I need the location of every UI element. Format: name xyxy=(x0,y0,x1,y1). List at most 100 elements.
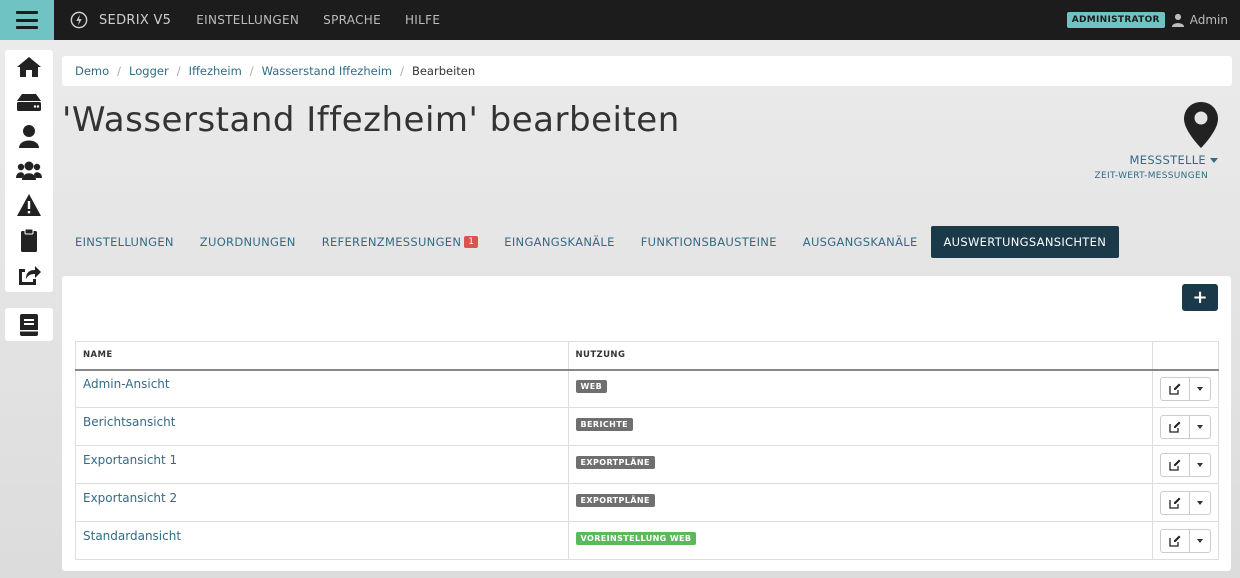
view-link[interactable]: Standardansicht xyxy=(83,529,181,543)
breadcrumb-item-demo[interactable]: Demo xyxy=(75,64,109,78)
sidebar-item-book[interactable] xyxy=(5,308,53,341)
actions-cell xyxy=(1151,369,1220,408)
sidebar-item-clipboard[interactable] xyxy=(5,223,53,258)
sidebar-item-share[interactable] xyxy=(5,257,53,292)
add-view-button[interactable]: + xyxy=(1182,284,1218,311)
server-icon xyxy=(17,93,41,111)
usage-badge: EXPORTPLÄNE xyxy=(575,456,655,469)
tab-einstellungen[interactable]: EINSTELLUNGEN xyxy=(62,226,187,258)
edit-button[interactable] xyxy=(1161,491,1190,514)
nav-item-hilfe[interactable]: HILFE xyxy=(405,13,440,27)
breadcrumb-item-logger[interactable]: Logger xyxy=(129,64,169,78)
nav-item-einstellungen[interactable]: EINSTELLUNGEN xyxy=(196,13,299,27)
sedrix-logo-icon xyxy=(70,11,88,29)
dropdown-toggle-button[interactable] xyxy=(1190,454,1210,476)
share-icon xyxy=(19,266,41,286)
brand[interactable]: SEDRIX V5 xyxy=(70,11,171,29)
users-icon xyxy=(16,161,42,180)
edit-button[interactable] xyxy=(1161,529,1190,552)
top-navbar: SEDRIX V5 EINSTELLUNGEN SPRACHE HILFE AD… xyxy=(0,0,1240,40)
menu-toggle-button[interactable] xyxy=(0,0,54,40)
usage-badge: EXPORTPLÄNE xyxy=(575,494,655,507)
tab-zuordnungen[interactable]: ZUORDNUNGEN xyxy=(187,226,309,258)
nav-item-sprache[interactable]: SPRACHE xyxy=(323,13,381,27)
edit-icon xyxy=(1169,535,1181,547)
user-avatar-icon[interactable] xyxy=(1171,13,1185,27)
caret-down-icon xyxy=(1197,500,1203,505)
table-row: Admin-Ansicht WEB xyxy=(75,369,1220,408)
views-table: NAME NUTZUNG Admin-Ansicht WEB Berichtsa… xyxy=(75,341,1220,560)
user-icon xyxy=(19,125,39,149)
edit-icon xyxy=(1169,459,1181,471)
column-header-usage[interactable]: NUTZUNG xyxy=(567,341,1153,371)
table-row: Exportansicht 1 EXPORTPLÄNE xyxy=(75,445,1220,484)
edit-button[interactable] xyxy=(1161,415,1190,438)
sidebar-item-server[interactable] xyxy=(5,85,53,120)
home-icon xyxy=(17,57,41,78)
caret-down-icon xyxy=(1197,538,1203,543)
actions-cell xyxy=(1151,483,1220,522)
clipboard-icon xyxy=(21,228,37,252)
tab-ausgangskanaele[interactable]: AUSGANGSKANÄLE xyxy=(790,226,931,258)
table-row: Berichtsansicht BERICHTE xyxy=(75,407,1220,446)
view-link[interactable]: Exportansicht 2 xyxy=(83,491,177,505)
sidebar-item-user[interactable] xyxy=(5,119,53,154)
actions-cell xyxy=(1151,407,1220,446)
tab-funktionsbausteine[interactable]: FUNKTIONSBAUSTEINE xyxy=(628,226,790,258)
edit-button[interactable] xyxy=(1161,377,1190,400)
edit-icon xyxy=(1169,421,1181,433)
content-panel: + NAME NUTZUNG Admin-Ansicht WEB Bericht… xyxy=(62,276,1231,571)
table-header-row: NAME NUTZUNG xyxy=(75,341,1220,371)
tab-label: FUNKTIONSBAUSTEINE xyxy=(640,235,777,249)
map-marker-icon xyxy=(1184,102,1218,148)
book-icon xyxy=(20,313,38,336)
usage-cell: BERICHTE xyxy=(567,407,1153,446)
name-cell: Exportansicht 2 xyxy=(75,483,569,522)
brand-name: SEDRIX V5 xyxy=(99,12,172,28)
sidebar-item-warnings[interactable] xyxy=(5,188,53,223)
user-area: ADMINISTRATOR Admin xyxy=(1066,0,1228,40)
name-cell: Exportansicht 1 xyxy=(75,445,569,484)
column-header-name[interactable]: NAME xyxy=(75,341,569,371)
type-dropdown[interactable]: MESSSTELLE xyxy=(1130,153,1218,167)
caret-down-icon xyxy=(1197,424,1203,429)
edit-icon xyxy=(1169,383,1181,395)
type-subtitle: ZEIT-WERT-MESSUNGEN xyxy=(1094,171,1208,181)
breadcrumb-separator: / xyxy=(117,64,122,78)
edit-button[interactable] xyxy=(1161,453,1190,476)
breadcrumb-separator: / xyxy=(176,64,181,78)
tab-referenzmessungen[interactable]: REFERENZMESSUNGEN 1 xyxy=(309,226,492,258)
tab-eingangskanaele[interactable]: EINGANGSKANÄLE xyxy=(491,226,627,258)
tab-label: AUSGANGSKANÄLE xyxy=(802,235,918,249)
sidebar-item-home[interactable] xyxy=(5,50,53,85)
warning-icon xyxy=(17,194,41,217)
breadcrumb-item-iffezheim[interactable]: Iffezheim xyxy=(189,64,242,78)
row-action-group xyxy=(1160,414,1211,439)
tab-auswertungsansichten[interactable]: AUSWERTUNGSANSICHTEN xyxy=(930,226,1120,258)
caret-down-icon xyxy=(1210,157,1218,163)
type-label: MESSSTELLE xyxy=(1129,153,1206,167)
view-link[interactable]: Berichtsansicht xyxy=(83,415,176,429)
breadcrumb-item-wasserstand[interactable]: Wasserstand Iffezheim xyxy=(262,64,392,78)
row-action-group xyxy=(1160,376,1211,401)
usage-badge: BERICHTE xyxy=(575,418,633,431)
usage-badge: WEB xyxy=(575,380,608,394)
dropdown-toggle-button[interactable] xyxy=(1190,530,1210,552)
page-title: 'Wasserstand Iffezheim' bearbeiten xyxy=(62,100,680,140)
name-cell: Standardansicht xyxy=(75,521,569,560)
user-name[interactable]: Admin xyxy=(1190,13,1228,27)
tab-bar: EINSTELLUNGEN ZUORDNUNGEN REFERENZMESSUN… xyxy=(62,226,1120,258)
view-link[interactable]: Exportansicht 1 xyxy=(83,453,177,467)
table-row: Standardansicht VOREINSTELLUNG WEB xyxy=(75,521,1220,560)
tab-label: REFERENZMESSUNGEN xyxy=(321,235,462,249)
column-header-actions xyxy=(1151,341,1220,371)
view-link[interactable]: Admin-Ansicht xyxy=(83,377,170,391)
breadcrumb-item-active: Bearbeiten xyxy=(411,64,476,78)
dropdown-toggle-button[interactable] xyxy=(1190,378,1210,400)
dropdown-toggle-button[interactable] xyxy=(1190,416,1210,438)
dropdown-toggle-button[interactable] xyxy=(1190,492,1210,514)
row-action-group xyxy=(1160,490,1211,515)
sidebar-item-users[interactable] xyxy=(5,154,53,189)
caret-down-icon xyxy=(1197,462,1203,467)
name-cell: Admin-Ansicht xyxy=(75,369,569,408)
